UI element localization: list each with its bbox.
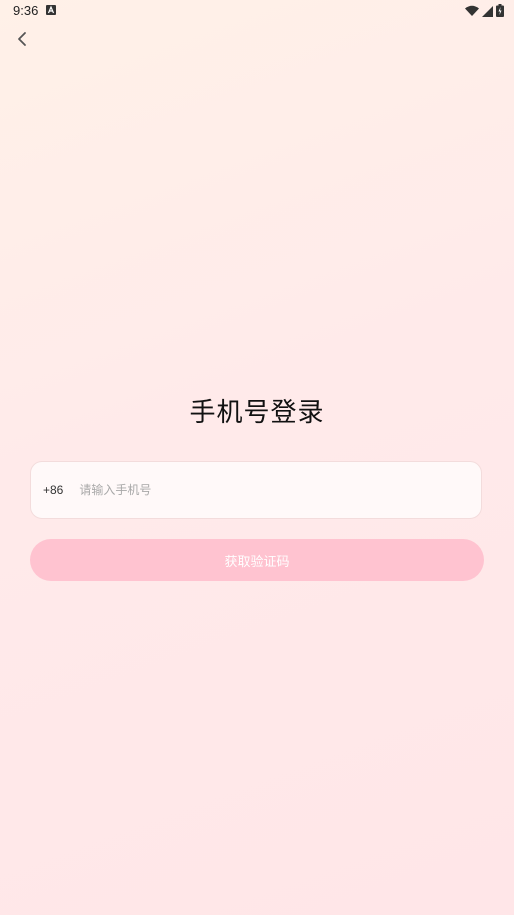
get-verification-code-button[interactable]: 获取验证码 (30, 539, 484, 581)
a-badge-icon (46, 5, 56, 15)
phone-input[interactable] (77, 469, 481, 511)
chevron-left-icon (16, 31, 28, 51)
signal-icon (482, 2, 493, 21)
page-title: 手机号登录 (189, 398, 325, 428)
back-button[interactable] (10, 29, 34, 53)
country-code-selector[interactable]: +86 (43, 483, 63, 497)
status-bar: 9:36 (0, 0, 514, 22)
status-time: 9:36 (13, 3, 39, 18)
phone-field[interactable]: +86 (30, 461, 482, 519)
wifi-icon (465, 2, 479, 21)
status-icons (465, 2, 504, 21)
battery-charging-icon (496, 2, 504, 21)
